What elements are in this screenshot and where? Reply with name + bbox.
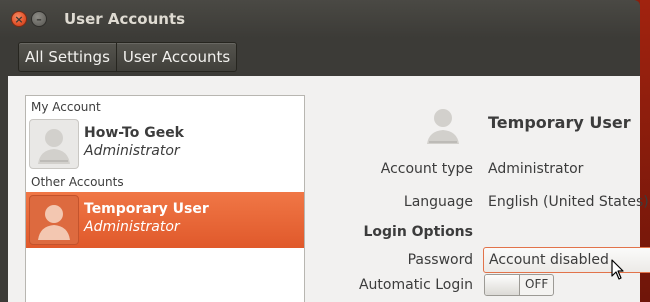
breadcrumb: All Settings User Accounts (18, 42, 238, 72)
account-type-label: Account type (380, 161, 473, 177)
avatar (29, 119, 79, 169)
account-role: Administrator (84, 143, 180, 159)
toggle-knob[interactable] (485, 275, 520, 295)
account-name: Temporary User (84, 201, 209, 217)
window-title: User Accounts (64, 10, 186, 28)
automatic-login-label: Automatic Login (358, 277, 473, 293)
minimize-icon: – (36, 13, 42, 26)
language-label: Language (403, 194, 473, 210)
breadcrumb-user-accounts[interactable]: User Accounts (115, 43, 236, 71)
user-silhouette-icon (38, 205, 70, 240)
user-picture-button[interactable] (418, 100, 468, 150)
title-bar[interactable]: × – User Accounts (0, 0, 640, 38)
toggle-state: OFF (525, 277, 549, 291)
automatic-login-toggle[interactable]: OFF (484, 274, 554, 296)
section-label-my-account: My Account (31, 100, 101, 114)
account-name: How-To Geek (84, 125, 184, 141)
window-left-edge (0, 76, 8, 302)
account-role: Administrator (84, 219, 180, 235)
account-list: My Account How-To Geek Administrator Oth… (25, 95, 305, 302)
user-silhouette-icon (38, 129, 70, 164)
user-full-name[interactable]: Temporary User (488, 113, 631, 132)
user-silhouette-icon (427, 109, 459, 144)
toolbar: All Settings User Accounts (0, 38, 640, 76)
minimize-window-button[interactable]: – (31, 11, 47, 27)
close-window-button[interactable]: × (11, 11, 27, 27)
login-options-heading: Login Options (363, 224, 473, 240)
mouse-pointer-icon (611, 259, 624, 280)
password-label: Password (407, 252, 473, 268)
avatar (29, 195, 79, 245)
account-type-value[interactable]: Administrator (488, 161, 583, 177)
account-row-how-to-geek[interactable]: How-To Geek Administrator (26, 116, 304, 172)
breadcrumb-all-settings[interactable]: All Settings (19, 43, 116, 71)
user-accounts-window: × – User Accounts All Settings User Acco… (0, 0, 650, 302)
account-row-temporary-user[interactable]: Temporary User Administrator (26, 192, 304, 248)
close-icon: × (14, 13, 24, 26)
language-value[interactable]: English (United States) (488, 194, 649, 210)
section-label-other-accounts: Other Accounts (31, 175, 124, 189)
